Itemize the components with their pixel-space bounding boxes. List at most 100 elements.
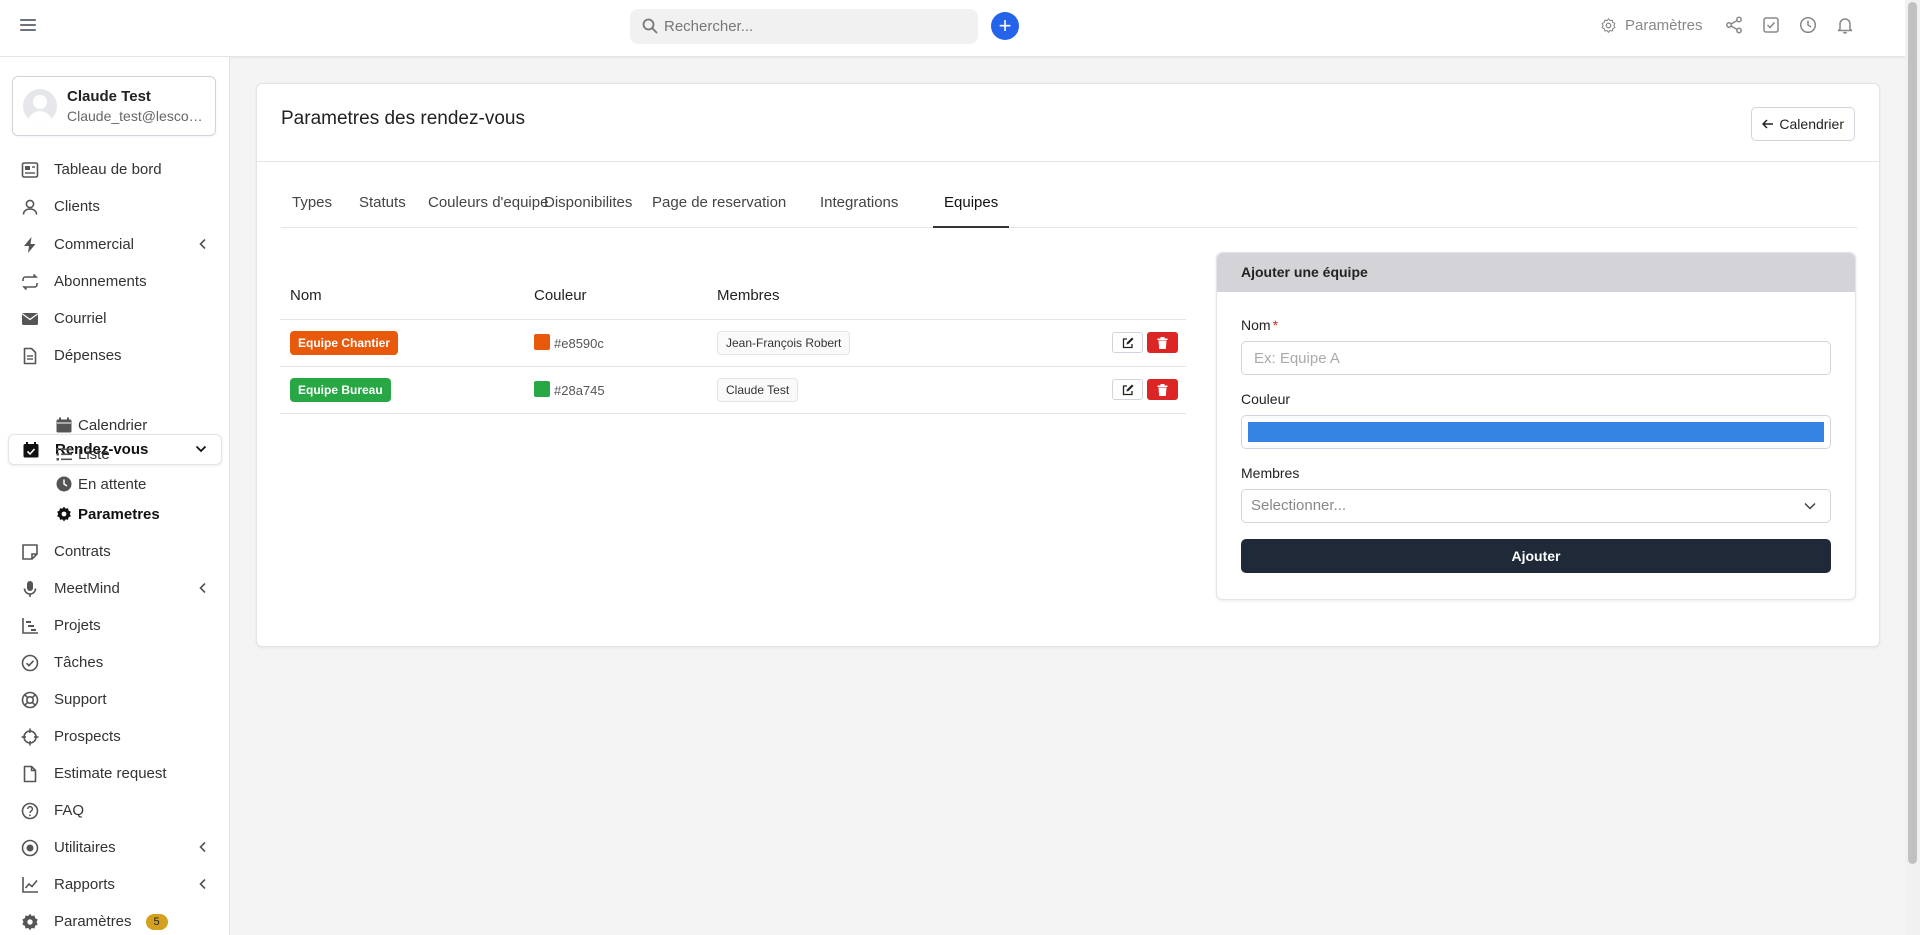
sidebar-item-estimate-request[interactable]: Estimate request	[8, 758, 222, 789]
required-mark: *	[1272, 317, 1279, 333]
menu-toggle-icon[interactable]	[20, 19, 36, 33]
card-header: Parametres des rendez-vous Calendrier	[257, 84, 1879, 162]
sidebar-subitem-en-attente[interactable]: En attente	[56, 472, 146, 496]
sidebar-item-rapports[interactable]: Rapports	[8, 869, 222, 900]
tab-page-reservation[interactable]: Page de reservation	[641, 189, 797, 228]
tab-equipes[interactable]: Equipes	[933, 189, 1010, 228]
edit-button[interactable]	[1112, 379, 1143, 400]
table-row: Equipe Bureau #28a745 Claude Test	[280, 366, 1186, 414]
avatar	[23, 89, 57, 123]
add-team-button[interactable]: Ajouter	[1241, 539, 1831, 573]
members-select-placeholder: Selectionner...	[1251, 497, 1347, 514]
sidebar-item-clients[interactable]: Clients	[8, 191, 222, 222]
check-circle-icon	[20, 653, 40, 673]
members-select[interactable]: Selectionner...	[1241, 489, 1831, 523]
sidebar-item-prospects[interactable]: Prospects	[8, 721, 222, 752]
user-icon	[20, 197, 40, 217]
sidebar-item-contrats[interactable]: Contrats	[8, 536, 222, 567]
sidebar-item-meetmind[interactable]: MeetMind	[8, 573, 222, 604]
sidebar-item-faq[interactable]: FAQ	[8, 795, 222, 826]
delete-button[interactable]	[1147, 379, 1178, 400]
sidebar-subitem-parametres[interactable]: Parametres	[56, 502, 160, 526]
sidebar-item-label: Support	[54, 691, 107, 708]
trash-icon	[1157, 383, 1168, 396]
sidebar-subitem-label: Parametres	[78, 505, 160, 523]
edit-icon	[1122, 384, 1133, 395]
line-chart-icon	[20, 875, 40, 895]
sidebar-subitem-liste[interactable]: Liste	[56, 442, 110, 466]
delete-button[interactable]	[1147, 332, 1178, 353]
color-swatch	[534, 333, 550, 350]
column-header-couleur: Couleur	[524, 272, 707, 320]
repeat-icon	[20, 272, 40, 292]
member-tag: Jean-François Robert	[717, 330, 851, 355]
edit-button[interactable]	[1112, 332, 1143, 353]
team-color-cell: #28a745	[524, 366, 707, 414]
chevron-left-icon	[199, 238, 206, 250]
sidebar-item-label: Utilitaires	[54, 839, 116, 856]
sidebar-item-support[interactable]: Support	[8, 684, 222, 715]
back-to-calendar-button[interactable]: Calendrier	[1751, 107, 1855, 141]
sidebar-item-dashboard[interactable]: Tableau de bord	[8, 154, 222, 185]
color-picker-fill	[1248, 422, 1824, 442]
sidebar-item-label: Contrats	[54, 543, 111, 560]
sidebar-item-rendez-vous[interactable]: Rendez-vous	[8, 434, 222, 465]
chevron-left-icon	[199, 582, 206, 594]
sidebar-subitem-label: Liste	[78, 445, 110, 463]
sidebar-item-label: FAQ	[54, 802, 85, 819]
back-button-label: Calendrier	[1779, 116, 1844, 132]
search-box[interactable]	[630, 9, 978, 44]
team-badge: Equipe Chantier	[290, 330, 399, 355]
notification-count-badge: 5	[145, 913, 168, 930]
team-color-picker[interactable]	[1241, 415, 1831, 449]
sidebar-subitem-label: Calendrier	[78, 416, 148, 434]
user-card[interactable]: Claude Test Claude_test@lescom...	[12, 76, 216, 136]
scrollbar-thumb[interactable]	[1908, 2, 1917, 864]
add-team-panel: Ajouter une équipe Nom* Couleur Membres …	[1216, 252, 1856, 600]
sidebar-item-taches[interactable]: Tâches	[8, 647, 222, 678]
table-row: Equipe Chantier #e8590c Jean-François Ro…	[280, 319, 1186, 367]
sidebar-item-label: Tâches	[54, 654, 104, 671]
chevron-left-icon	[199, 841, 206, 853]
share-icon[interactable]	[1725, 16, 1743, 34]
sidebar-item-label: Paramètres	[54, 913, 132, 930]
sidebar-item-commercial[interactable]: Commercial	[8, 229, 222, 260]
add-team-title: Ajouter une équipe	[1217, 253, 1855, 292]
settings-link[interactable]: Paramètres	[1600, 17, 1703, 34]
checkbox-icon[interactable]	[1762, 16, 1780, 34]
row-actions	[1066, 319, 1186, 367]
clock-icon	[56, 476, 74, 492]
table-header-row: Nom Couleur Membres	[280, 272, 1186, 320]
vertical-scrollbar[interactable]	[1905, 0, 1920, 935]
color-hex: #e8590c	[554, 335, 604, 351]
sidebar-item-utilitaires[interactable]: Utilitaires	[8, 832, 222, 863]
gear-icon	[56, 506, 74, 522]
sidebar-subitem-calendrier[interactable]: Calendrier	[56, 413, 147, 437]
list-icon	[56, 446, 74, 462]
sidebar: Claude Test Claude_test@lescom... Tablea…	[0, 57, 230, 935]
quick-add-button[interactable]: +	[991, 12, 1019, 40]
sidebar-item-projets[interactable]: Projets	[8, 610, 222, 641]
team-badge: Equipe Bureau	[290, 377, 391, 402]
edit-icon	[1122, 337, 1133, 348]
tab-disponibilites[interactable]: Disponibilites	[533, 189, 643, 228]
color-hex: #28a745	[554, 382, 605, 398]
search-input[interactable]	[664, 9, 964, 44]
tab-statuts[interactable]: Statuts	[348, 189, 417, 228]
top-bar: + Paramètres	[0, 0, 1905, 57]
sidebar-item-depenses[interactable]: Dépenses	[8, 340, 222, 371]
user-email: Claude_test@lescom...	[67, 108, 209, 124]
sidebar-item-abonnements[interactable]: Abonnements	[8, 266, 222, 297]
sidebar-item-courriel[interactable]: Courriel	[8, 303, 222, 334]
chevron-left-icon	[199, 878, 206, 890]
team-name-input[interactable]	[1241, 341, 1831, 375]
sidebar-item-label: Abonnements	[54, 273, 147, 290]
clock-icon[interactable]	[1799, 16, 1817, 34]
calendar-icon	[56, 417, 74, 433]
bell-icon[interactable]	[1836, 16, 1854, 34]
column-header-nom: Nom	[280, 272, 524, 320]
sidebar-item-parametres[interactable]: Paramètres 5	[8, 906, 222, 935]
tab-integrations[interactable]: Integrations	[809, 189, 909, 228]
tab-types[interactable]: Types	[281, 189, 343, 228]
sidebar-item-label: Clients	[54, 198, 100, 215]
